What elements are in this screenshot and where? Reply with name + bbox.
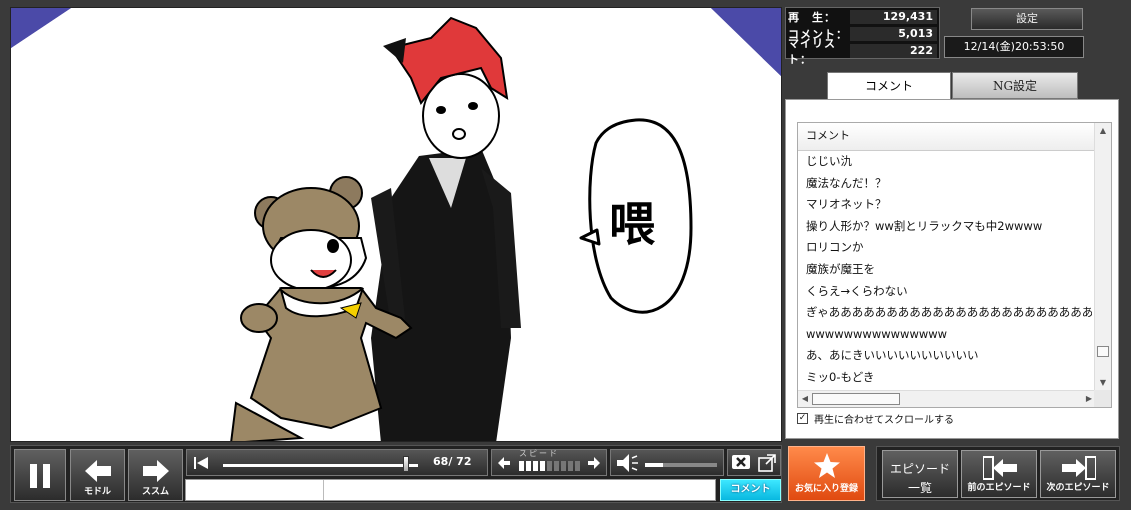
plays-count: 129,431: [850, 10, 937, 24]
list-item[interactable]: あ、あにきいいいいいいいいいい: [798, 345, 1092, 367]
episode-list-label-line2: 一覧: [907, 481, 932, 495]
speed-segment: [533, 461, 538, 471]
speed-segment: [540, 461, 545, 471]
speed-down-icon[interactable]: [498, 457, 510, 469]
scroll-down-icon[interactable]: ▼: [1095, 375, 1111, 391]
speed-up-icon[interactable]: [588, 457, 600, 469]
speed-segment: [526, 461, 531, 471]
speed-meter[interactable]: [519, 461, 580, 471]
scroll-left-icon[interactable]: ◀: [798, 391, 812, 407]
arrow-right-icon: [142, 460, 169, 482]
seek-row: 68/ 72 スピード: [186, 449, 781, 477]
vertical-scrollbar[interactable]: ▲ ▼: [1094, 123, 1111, 391]
comment-hide-icon[interactable]: [732, 455, 750, 471]
comment-list[interactable]: コメント じじい氿 魔法なんだ！？ マリオネット？ 操り人形か？ww割とリラック…: [797, 122, 1112, 408]
seek-bar[interactable]: [223, 464, 418, 467]
mylist-row: マイリスト： 222: [788, 37, 937, 66]
seek-section: 68/ 72: [186, 449, 488, 476]
skip-to-start-icon[interactable]: [194, 457, 208, 469]
speed-segment: [568, 461, 573, 471]
list-item[interactable]: くらえ→くらわない: [798, 281, 1092, 303]
horizontal-scrollbar[interactable]: ◀ ▶: [798, 390, 1096, 407]
pause-icon: [30, 464, 50, 488]
horizontal-scroll-thumb[interactable]: [812, 393, 900, 405]
comment-list-header[interactable]: コメント: [798, 123, 1111, 151]
list-item[interactable]: 魔族が魔王を: [798, 259, 1092, 281]
list-item[interactable]: ロリコンか: [798, 237, 1092, 259]
seek-handle[interactable]: [403, 456, 410, 472]
settings-button[interactable]: 設定: [971, 8, 1083, 30]
speed-segment: [561, 461, 566, 471]
list-item[interactable]: ぎゃああああああああああああああああああああああああ: [798, 302, 1092, 324]
volume-slider[interactable]: [645, 463, 717, 467]
mylist-count: 222: [850, 44, 937, 58]
tab-ng-settings[interactable]: NG設定: [952, 72, 1078, 99]
speed-label: スピード: [519, 449, 559, 458]
list-item[interactable]: ミッ0-もどき: [798, 367, 1092, 389]
prev-episode-label: 前のエピソード: [967, 483, 1031, 493]
vertical-scroll-thumb[interactable]: [1097, 346, 1109, 357]
plays-label: 再 生：: [788, 11, 836, 24]
volume-level: [645, 463, 663, 467]
autoscroll-checkbox[interactable]: ✓: [797, 413, 808, 424]
next-episode-icon: [1062, 456, 1096, 480]
back-button[interactable]: モドル: [70, 449, 125, 501]
autoscroll-label: 再生に合わせてスクロールする: [814, 415, 954, 426]
comment-input[interactable]: [185, 479, 716, 501]
next-episode-button[interactable]: 次のエピソード: [1040, 450, 1116, 498]
autoscroll-toggle[interactable]: ✓ 再生に合わせてスクロールする: [797, 411, 954, 426]
time-total: 72: [456, 455, 472, 468]
speaker-icon[interactable]: [617, 454, 639, 472]
comment-panel: コメント じじい氿 魔法なんだ！？ マリオネット？ 操り人形か？ww割とリラック…: [785, 99, 1119, 439]
volume-section: [610, 449, 724, 476]
time-display: 68/ 72: [433, 455, 472, 468]
video-frame-illustration: [11, 8, 781, 441]
speed-section: スピード: [491, 449, 607, 476]
command-input[interactable]: [186, 480, 324, 500]
fullscreen-icon[interactable]: [758, 454, 776, 472]
mylist-label: マイリスト：: [788, 37, 836, 66]
speed-segment: [519, 461, 524, 471]
list-item[interactable]: 操り人形か？ww割とリラックマも中2wwww: [798, 216, 1092, 238]
speech-bubble-text: 喂: [609, 197, 655, 251]
prev-episode-icon: [983, 456, 1017, 480]
current-datetime: 12/14(金)20:53:50: [944, 36, 1084, 58]
back-label: モドル: [83, 487, 111, 497]
plays-row: 再 生： 129,431: [788, 9, 937, 25]
player-controls: モドル ススム 68/ 72 スピード コメント: [10, 445, 782, 503]
episode-list-button[interactable]: エピソード 一覧: [882, 450, 958, 498]
list-item[interactable]: wwwwwwwwwwwwwww: [798, 324, 1092, 346]
star-icon: [814, 453, 840, 478]
next-episode-label: 次のエピソード: [1046, 483, 1110, 493]
tab-comment[interactable]: コメント: [827, 72, 951, 100]
prev-episode-button[interactable]: 前のエピソード: [961, 450, 1037, 498]
list-item[interactable]: マリオネット？: [798, 194, 1092, 216]
favorite-button[interactable]: お気に入り登録: [788, 446, 865, 501]
list-item[interactable]: じじい氿: [798, 151, 1092, 173]
post-comment-button[interactable]: コメント: [720, 479, 781, 501]
arrow-left-icon: [84, 460, 111, 482]
speed-segment: [547, 461, 552, 471]
list-item[interactable]: 魔法なんだ！？: [798, 173, 1092, 195]
favorite-label: お気に入り登録: [794, 484, 858, 494]
time-current: 68: [433, 455, 449, 468]
pause-button[interactable]: [14, 449, 66, 501]
video-player[interactable]: 喂: [10, 7, 782, 442]
speed-segment: [554, 461, 559, 471]
view-section: [727, 449, 781, 476]
forward-label: ススム: [141, 487, 169, 497]
forward-button[interactable]: ススム: [128, 449, 183, 501]
comments-count: 5,013: [850, 27, 937, 41]
scroll-up-icon[interactable]: ▲: [1095, 123, 1111, 139]
episode-list-label-line1: エピソード: [889, 462, 950, 476]
speed-segment: [575, 461, 580, 471]
episode-navigation: エピソード 一覧 前のエピソード 次のエピソード: [876, 446, 1120, 501]
video-stats: 再 生： 129,431 コメント： 5,013 マイリスト： 222: [785, 7, 940, 66]
scroll-corner: [1094, 390, 1111, 407]
